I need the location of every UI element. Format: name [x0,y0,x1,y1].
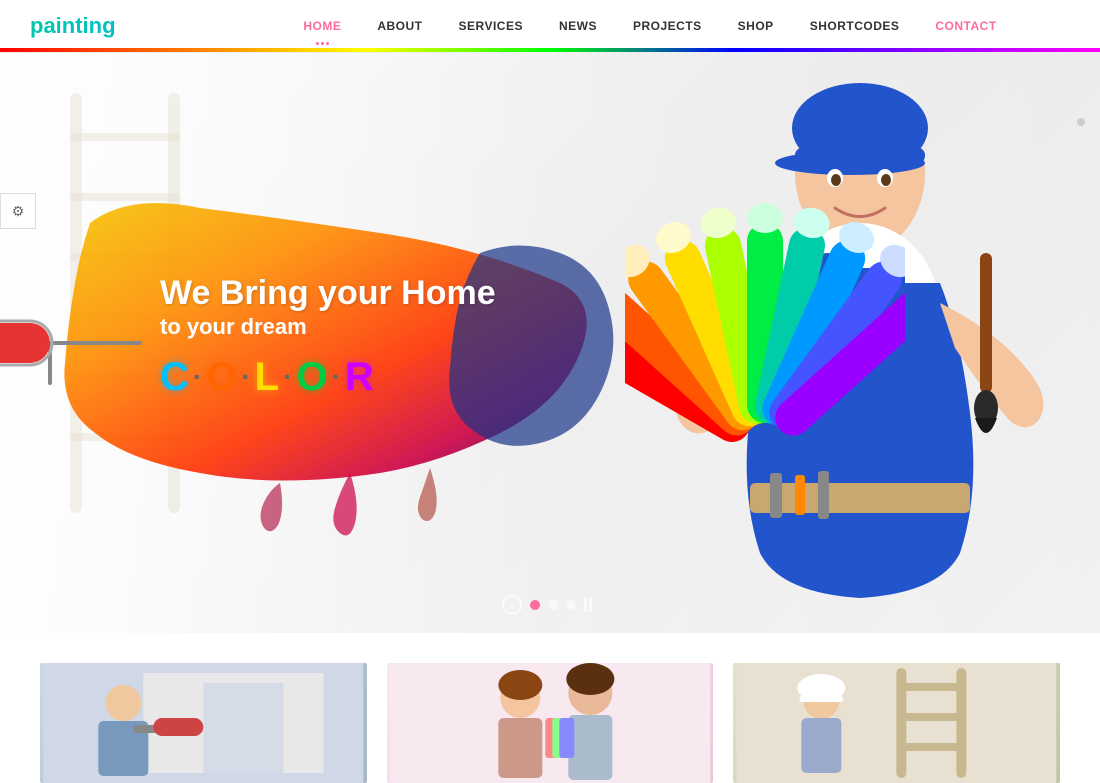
nav-dots [316,42,329,45]
color-sep-2: · [241,361,250,393]
slide-pause-button[interactable] [584,598,598,612]
paint-roller-icon [0,293,150,393]
nav-home[interactable]: HOME [285,0,359,53]
card-image-2 [387,663,714,783]
featured-cards [0,633,1100,783]
nav-projects[interactable]: PROJECTS [615,0,720,53]
hero-section: ⚙ [0,53,1100,633]
hero-title-line1: We Bring your Home [160,273,496,314]
color-letter-r: R [345,355,374,400]
hero-text-block: We Bring your Home to your dream C · O ·… [160,273,496,400]
rainbow-bar [0,48,1100,52]
color-letter-c: C [160,355,189,400]
slide-dot-2[interactable] [548,600,558,610]
card-1 [40,663,367,783]
main-nav: HOME ABOUT SERVICES NEWS PROJECTS SHOP S… [200,0,1100,53]
slide-dot-3[interactable] [566,600,576,610]
indicator-dot [1077,118,1085,126]
color-letter-o2: O [296,355,327,400]
hero-title-line2: to your dream [160,314,496,340]
paint-brush [945,253,1025,453]
slide-dot-1[interactable] [530,600,540,610]
settings-icon[interactable]: ⚙ [0,193,36,229]
header: painting HOME ABOUT SERVICES NEWS PROJEC… [0,0,1100,53]
card-image-3 [733,663,1060,783]
card-3 [733,663,1060,783]
nav-shortcodes[interactable]: SHORTCODES [792,0,918,53]
nav-about[interactable]: ABOUT [359,0,440,53]
color-sep-1: · [193,361,202,393]
site-logo[interactable]: painting [0,13,200,39]
card-2 [387,663,714,783]
color-letter-l: L [255,355,279,400]
slider-controls: › [502,595,598,615]
color-sep-4: · [332,361,341,393]
color-sep-3: · [283,361,292,393]
nav-services[interactable]: SERVICES [441,0,541,53]
color-swatch-fan [625,143,905,503]
nav-shop[interactable]: SHOP [720,0,792,53]
slide-prev[interactable]: › [502,595,522,615]
nav-contact[interactable]: CONTACT [917,0,1014,53]
nav-news[interactable]: NEWS [541,0,615,53]
card-image-1 [40,663,367,783]
hero-color-word: C · O · L · O · R [160,355,496,400]
color-letter-o1: O [206,355,237,400]
